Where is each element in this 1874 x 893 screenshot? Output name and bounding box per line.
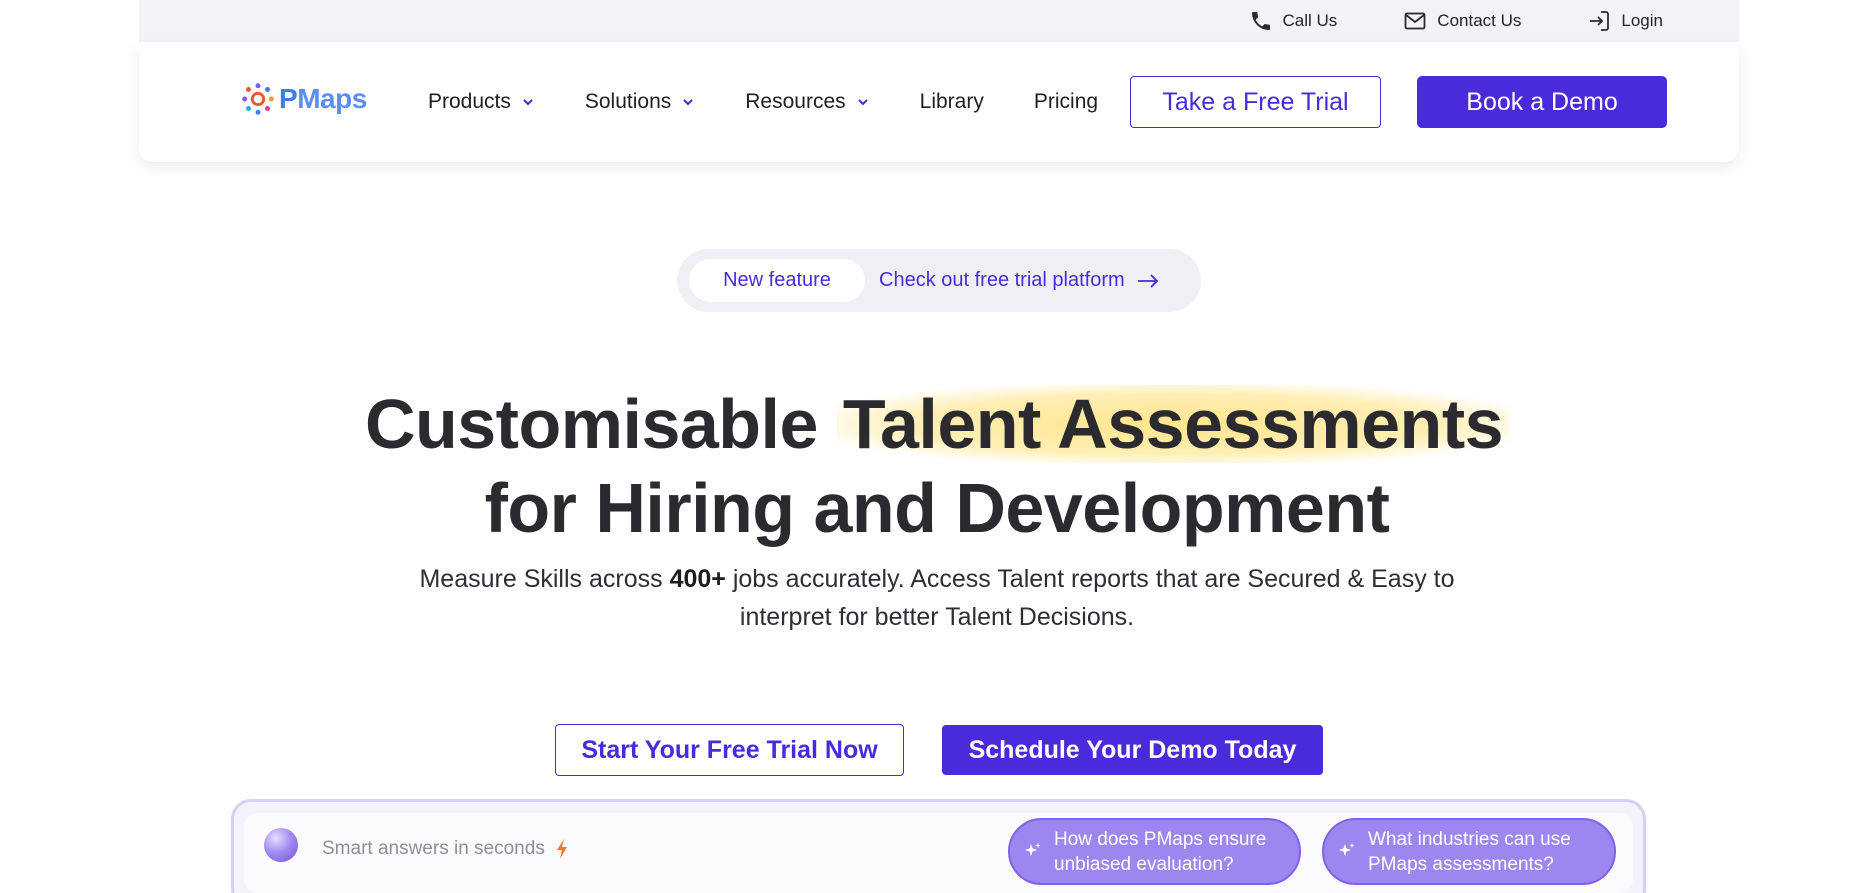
ai-search-placeholder: Smart answers in seconds — [322, 838, 545, 859]
new-feature-banner[interactable]: New feature Check out free trial platfor… — [677, 249, 1201, 312]
hero-title-highlight: Talent Assessments — [836, 385, 1510, 463]
ai-search-input[interactable]: Smart answers in seconds — [322, 838, 569, 860]
new-feature-link: Check out free trial platform — [879, 269, 1159, 292]
hero-sub-part2: jobs accurately. Access Talent reports t… — [725, 565, 1455, 631]
nav-solutions[interactable]: Solutions — [585, 90, 695, 114]
nav-products-label: Products — [428, 90, 511, 113]
logo-text: PMaps — [279, 83, 367, 115]
hero-subtitle: Measure Skills across 400+ jobs accurate… — [380, 560, 1494, 636]
hero-sub-part1: Measure Skills across — [419, 565, 670, 593]
hero-title-line2: for Hiring and Development — [484, 469, 1390, 547]
nav-products[interactable]: Products — [428, 90, 535, 114]
call-us-link[interactable]: Call Us — [1249, 9, 1338, 33]
lightning-icon — [556, 839, 567, 859]
suggestion-chip-label: How does PMaps ensure unbiased evaluatio… — [1054, 828, 1267, 875]
new-feature-tag: New feature — [689, 259, 865, 302]
schedule-demo-button[interactable]: Schedule Your Demo Today — [942, 725, 1323, 775]
nav-resources[interactable]: Resources — [745, 90, 869, 114]
chevron-down-icon — [857, 99, 868, 106]
mail-icon — [1404, 12, 1426, 30]
nav-solutions-label: Solutions — [584, 90, 672, 113]
nav-pricing[interactable]: Pricing — [1034, 90, 1098, 114]
login-icon — [1590, 11, 1610, 31]
sparkle-icon — [1025, 843, 1041, 856]
book-demo-button[interactable]: Book a Demo — [1417, 76, 1667, 128]
login-link[interactable]: Login — [1587, 9, 1663, 33]
hero-title: Customisable Talent Assessments for Hiri… — [0, 382, 1874, 550]
suggestion-chip-unbiased[interactable]: How does PMaps ensure unbiased evaluatio… — [1008, 818, 1301, 885]
arrow-right-icon — [1137, 273, 1158, 288]
nav-pricing-label: Pricing — [1033, 90, 1099, 113]
chevron-down-icon — [683, 99, 693, 106]
logo-mark-icon — [242, 83, 274, 115]
nav-links: Products Solutions Resources Library Pri… — [428, 42, 1148, 162]
hero-sub-bold: 400+ — [669, 565, 726, 593]
contact-us-label: Contact Us — [1437, 11, 1522, 30]
new-feature-text: Check out free trial platform — [879, 269, 1125, 291]
pmaps-logo[interactable]: PMaps — [239, 80, 367, 118]
start-free-trial-button[interactable]: Start Your Free Trial Now — [555, 724, 904, 776]
nav-library[interactable]: Library — [920, 90, 984, 114]
contact-us-link[interactable]: Contact Us — [1403, 9, 1521, 33]
logo-text-maps: Maps — [297, 83, 367, 114]
logo-text-p: P — [279, 83, 298, 114]
ai-orb-icon — [264, 828, 298, 862]
nav-library-label: Library — [919, 90, 984, 113]
hero-title-part1: Customisable — [364, 385, 837, 463]
phone-icon — [1251, 12, 1270, 30]
take-free-trial-button[interactable]: Take a Free Trial — [1130, 76, 1381, 128]
suggestion-chip-industries[interactable]: What industries can use PMaps assessment… — [1322, 818, 1616, 885]
nav-resources-label: Resources — [745, 90, 846, 113]
suggestion-chip-label: What industries can use PMaps assessment… — [1368, 828, 1571, 875]
utility-bar: Call Us Contact Us Login — [139, 0, 1739, 42]
chevron-down-icon — [523, 99, 533, 106]
call-us-label: Call Us — [1282, 11, 1338, 30]
main-navbar: PMaps Products Solutions Resources Libra… — [139, 42, 1739, 162]
sparkle-icon — [1339, 843, 1355, 856]
login-label: Login — [1621, 11, 1663, 30]
